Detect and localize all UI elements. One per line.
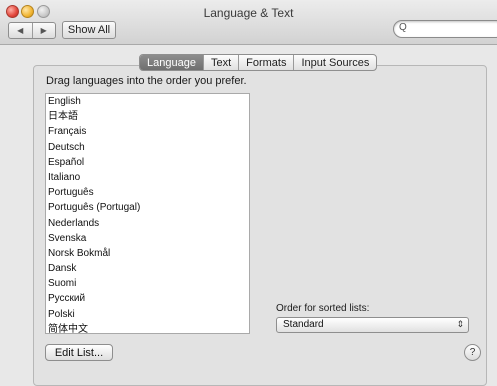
tab-input-sources[interactable]: Input Sources: [293, 55, 376, 70]
navigation-segmented-control: ◀ ▶: [8, 22, 56, 39]
tab-formats[interactable]: Formats: [238, 55, 293, 70]
language-list[interactable]: English 日本語 Français Deutsch Español Ita…: [45, 93, 250, 337]
language-item[interactable]: Português: [46, 185, 249, 200]
language-item[interactable]: Italiano: [46, 170, 249, 185]
language-item[interactable]: Nederlands: [46, 216, 249, 231]
language-item[interactable]: Deutsch: [46, 140, 249, 155]
tab-text[interactable]: Text: [202, 55, 238, 70]
window-title: Language & Text: [203, 6, 294, 20]
language-item[interactable]: Suomi: [46, 276, 249, 291]
search-input[interactable]: Q: [393, 20, 497, 38]
language-item[interactable]: Português (Portugal): [46, 200, 249, 215]
help-button[interactable]: ?: [464, 344, 481, 361]
preferences-window: Language & Text ◀ ▶ Show All Q Language …: [0, 0, 497, 386]
forward-icon[interactable]: ▶: [31, 23, 56, 38]
language-item[interactable]: Svenska: [46, 231, 249, 246]
language-item[interactable]: Русский: [46, 291, 249, 306]
instructions-text: Drag languages into the order you prefer…: [46, 75, 247, 87]
language-item[interactable]: Français: [46, 124, 249, 139]
tab-bar: Language Text Formats Input Sources: [139, 54, 378, 71]
sort-order-label: Order for sorted lists:: [276, 303, 370, 314]
edit-list-button[interactable]: Edit List...: [45, 344, 113, 361]
language-item[interactable]: Polski: [46, 307, 249, 322]
language-item[interactable]: 日本語: [46, 109, 249, 124]
language-item[interactable]: Dansk: [46, 261, 249, 276]
back-icon[interactable]: ◀: [9, 23, 32, 38]
updown-arrows-icon: ⇕: [456, 319, 464, 329]
show-all-button[interactable]: Show All: [62, 21, 116, 39]
sort-order-value: Standard: [283, 319, 324, 330]
language-item[interactable]: Norsk Bokmål: [46, 246, 249, 261]
title-bar: Language & Text ◀ ▶ Show All Q: [0, 0, 497, 45]
language-item[interactable]: English: [46, 94, 249, 109]
language-item[interactable]: 简体中文: [46, 322, 249, 337]
tab-language[interactable]: Language: [140, 55, 203, 70]
language-item[interactable]: Español: [46, 155, 249, 170]
sort-order-select[interactable]: Standard ⇕: [276, 317, 469, 333]
search-icon: Q: [399, 22, 407, 33]
